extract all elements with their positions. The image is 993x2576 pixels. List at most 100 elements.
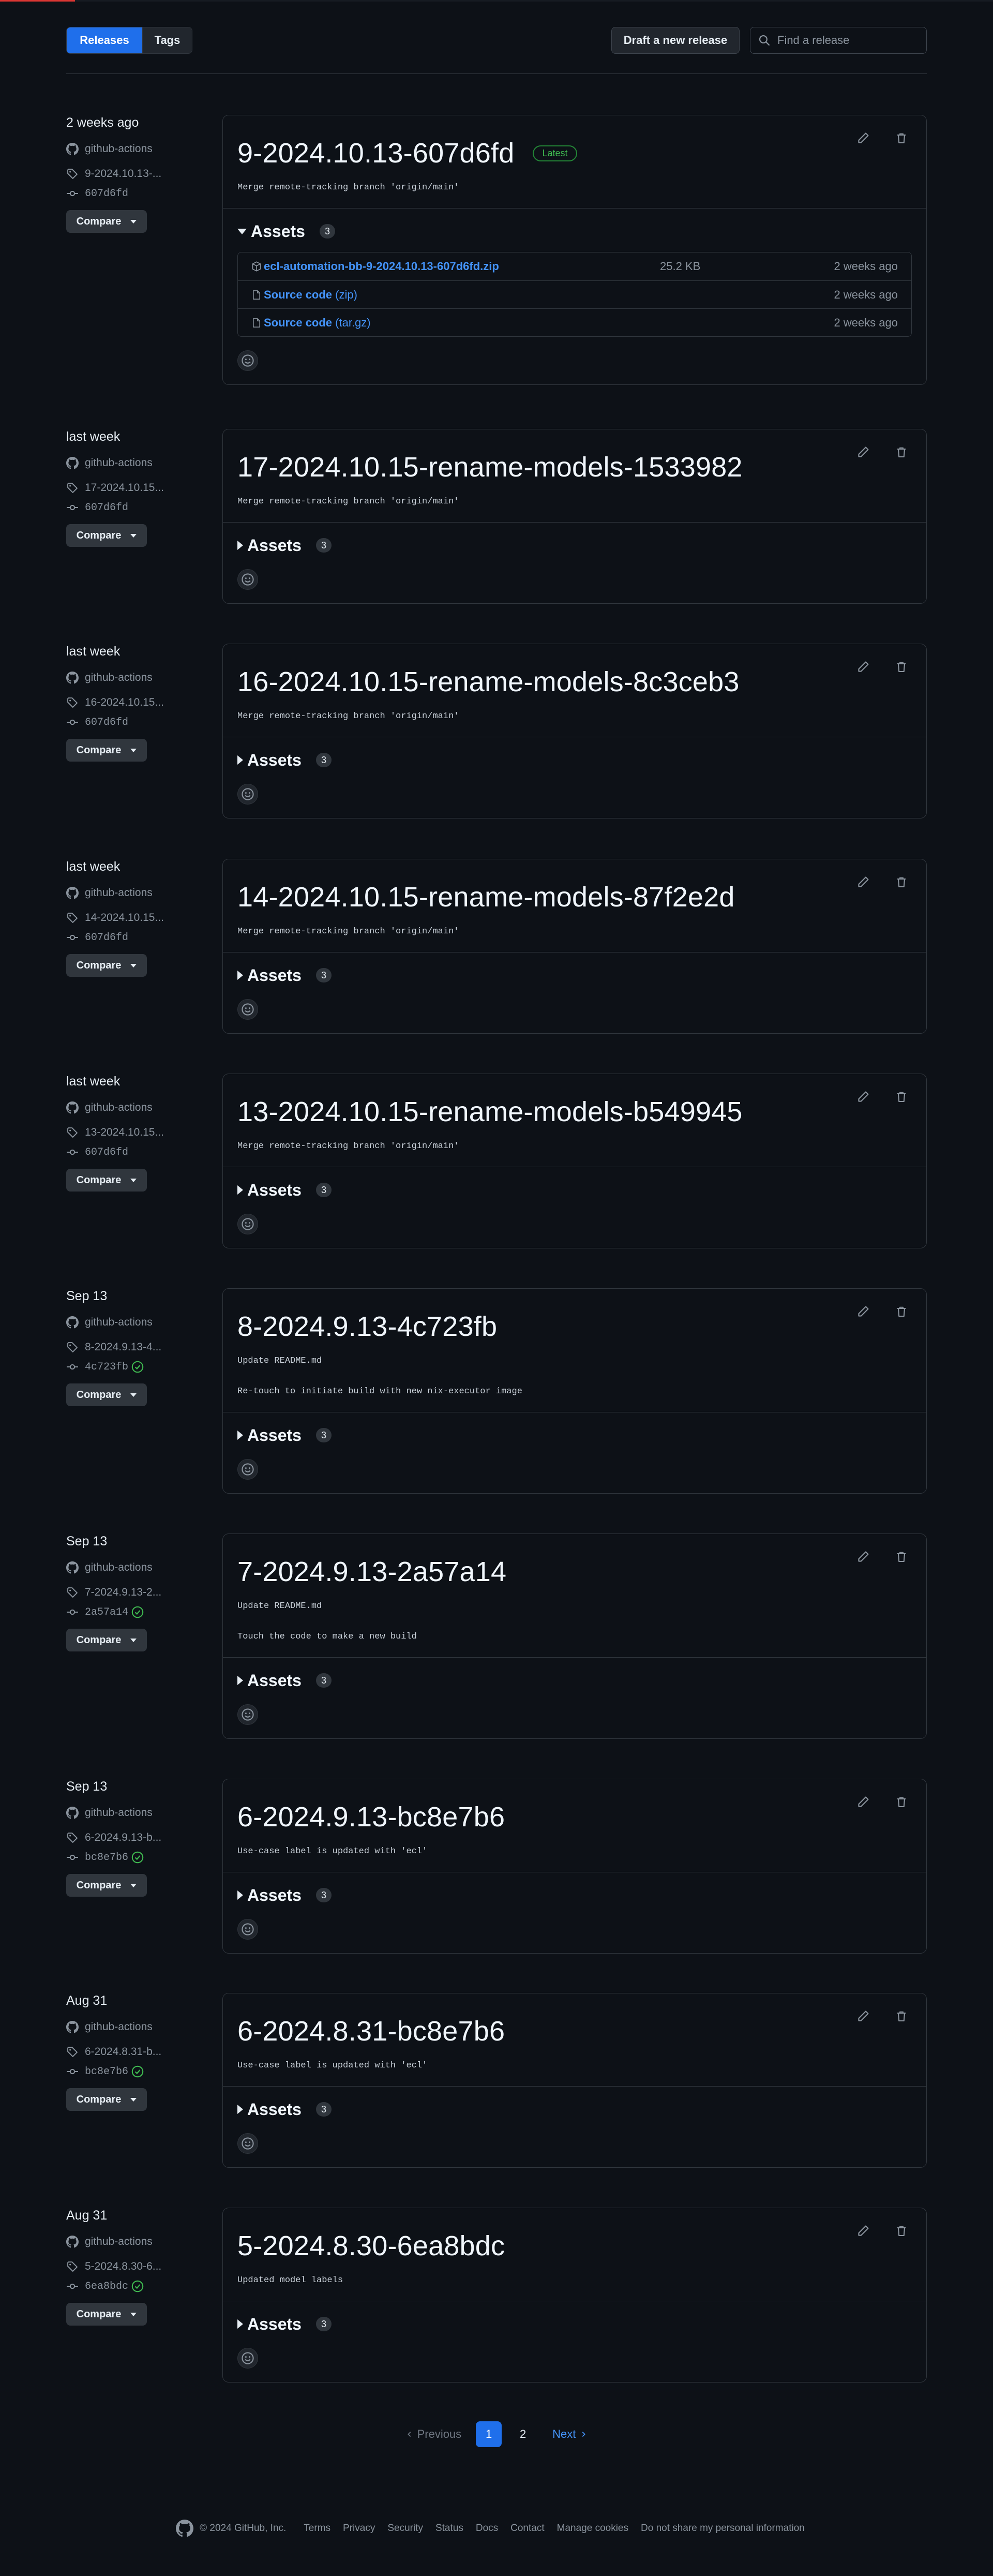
release-tag[interactable]: 6-2024.8.31-b... — [66, 2045, 221, 2059]
add-reaction-smiley-icon[interactable] — [237, 350, 258, 371]
release-tag[interactable]: 9-2024.10.13-... — [66, 167, 221, 181]
compare-button[interactable]: Compare — [66, 739, 147, 762]
draft-new-release-button[interactable]: Draft a new release — [611, 27, 740, 54]
delete-trash-icon[interactable] — [894, 2009, 909, 2023]
edit-pencil-icon[interactable] — [856, 1795, 870, 1809]
release-title[interactable]: 6-2024.9.13-bc8e7b6 — [237, 1801, 505, 1833]
release-tag[interactable]: 6-2024.9.13-b... — [66, 1830, 221, 1845]
edit-pencil-icon[interactable] — [856, 2009, 870, 2023]
pagination-page-1[interactable]: 1 — [476, 2421, 502, 2447]
delete-trash-icon[interactable] — [894, 875, 909, 889]
pagination-next[interactable]: Next — [552, 2428, 587, 2441]
edit-pencil-icon[interactable] — [856, 1304, 870, 1319]
compare-button[interactable]: Compare — [66, 1169, 147, 1192]
github-logo-icon[interactable] — [176, 2520, 194, 2537]
footer-link[interactable]: Privacy — [343, 2523, 375, 2534]
release-title[interactable]: 8-2024.9.13-4c723fb — [237, 1311, 497, 1343]
compare-button[interactable]: Compare — [66, 1874, 147, 1897]
release-commit[interactable]: 6ea8bdc — [66, 2279, 221, 2294]
release-commit[interactable]: 607d6fd — [66, 186, 221, 201]
edit-pencil-icon[interactable] — [856, 2224, 870, 2238]
delete-trash-icon[interactable] — [894, 1550, 909, 1564]
add-reaction-smiley-icon[interactable] — [237, 1459, 258, 1480]
footer-link[interactable]: Manage cookies — [557, 2523, 628, 2534]
release-author[interactable]: github-actions — [66, 671, 221, 685]
compare-button[interactable]: Compare — [66, 2303, 147, 2326]
edit-pencil-icon[interactable] — [856, 875, 870, 889]
release-tag[interactable]: 7-2024.9.13-2... — [66, 1585, 221, 1600]
release-title[interactable]: 7-2024.9.13-2a57a14 — [237, 1556, 506, 1588]
delete-trash-icon[interactable] — [894, 131, 909, 145]
assets-toggle[interactable]: Assets 3 — [237, 1425, 912, 1446]
release-tag[interactable]: 13-2024.10.15... — [66, 1125, 221, 1140]
add-reaction-smiley-icon[interactable] — [237, 784, 258, 805]
compare-button[interactable]: Compare — [66, 2088, 147, 2111]
delete-trash-icon[interactable] — [894, 445, 909, 459]
release-title[interactable]: 14-2024.10.15-rename-models-87f2e2d — [237, 881, 735, 913]
compare-button[interactable]: Compare — [66, 210, 147, 233]
compare-button[interactable]: Compare — [66, 954, 147, 977]
delete-trash-icon[interactable] — [894, 1304, 909, 1319]
add-reaction-smiley-icon[interactable] — [237, 2348, 258, 2369]
release-tag[interactable]: 14-2024.10.15... — [66, 911, 221, 925]
release-commit[interactable]: 607d6fd — [66, 1145, 221, 1159]
compare-button[interactable]: Compare — [66, 524, 147, 547]
assets-toggle[interactable]: Assets 3 — [237, 750, 912, 770]
release-author[interactable]: github-actions — [66, 2020, 221, 2034]
release-commit[interactable]: 2a57a14 — [66, 1605, 221, 1619]
release-author[interactable]: github-actions — [66, 886, 221, 900]
add-reaction-smiley-icon[interactable] — [237, 999, 258, 1020]
assets-toggle[interactable]: Assets 3 — [237, 2314, 912, 2334]
footer-link[interactable]: Do not share my personal information — [641, 2523, 805, 2534]
find-release-input[interactable] — [777, 34, 922, 47]
release-title[interactable]: 6-2024.8.31-bc8e7b6 — [237, 2015, 505, 2047]
assets-toggle[interactable]: Assets 3 — [237, 535, 912, 556]
assets-toggle[interactable]: Assets 3 — [237, 221, 912, 242]
footer-link[interactable]: Security — [387, 2523, 423, 2534]
release-commit[interactable]: bc8e7b6 — [66, 1850, 221, 1865]
release-title[interactable]: 9-2024.10.13-607d6fd — [237, 137, 514, 169]
edit-pencil-icon[interactable] — [856, 1550, 870, 1564]
assets-toggle[interactable]: Assets 3 — [237, 1670, 912, 1691]
pagination-page-2[interactable]: 2 — [510, 2421, 536, 2447]
release-tag[interactable]: 8-2024.9.13-4... — [66, 1340, 221, 1354]
release-title[interactable]: 17-2024.10.15-rename-models-1533982 — [237, 451, 743, 483]
release-title[interactable]: 5-2024.8.30-6ea8bdc — [237, 2230, 505, 2262]
delete-trash-icon[interactable] — [894, 1795, 909, 1809]
edit-pencil-icon[interactable] — [856, 445, 870, 459]
edit-pencil-icon[interactable] — [856, 1090, 870, 1104]
compare-button[interactable]: Compare — [66, 1629, 147, 1651]
release-tag[interactable]: 5-2024.8.30-6... — [66, 2259, 221, 2274]
release-author[interactable]: github-actions — [66, 1806, 221, 1820]
edit-pencil-icon[interactable] — [856, 660, 870, 674]
release-title[interactable]: 13-2024.10.15-rename-models-b549945 — [237, 1096, 743, 1128]
footer-link[interactable]: Docs — [476, 2523, 498, 2534]
release-title[interactable]: 16-2024.10.15-rename-models-8c3ceb3 — [237, 666, 740, 698]
assets-toggle[interactable]: Assets 3 — [237, 965, 912, 986]
release-author[interactable]: github-actions — [66, 2235, 221, 2249]
release-author[interactable]: github-actions — [66, 456, 221, 470]
asset-download-link[interactable]: ecl-automation-bb-9-2024.10.13-607d6fd.z… — [264, 260, 499, 273]
release-commit[interactable]: 607d6fd — [66, 930, 221, 945]
release-commit[interactable]: 607d6fd — [66, 715, 221, 729]
add-reaction-smiley-icon[interactable] — [237, 1214, 258, 1234]
release-author[interactable]: github-actions — [66, 1560, 221, 1575]
edit-pencil-icon[interactable] — [856, 131, 870, 145]
release-author[interactable]: github-actions — [66, 142, 221, 156]
assets-toggle[interactable]: Assets 3 — [237, 2099, 912, 2120]
release-commit[interactable]: 607d6fd — [66, 500, 221, 515]
asset-download-link[interactable]: Source code (tar.gz) — [264, 316, 371, 330]
delete-trash-icon[interactable] — [894, 1090, 909, 1104]
add-reaction-smiley-icon[interactable] — [237, 1919, 258, 1940]
footer-link[interactable]: Status — [435, 2523, 463, 2534]
release-tag[interactable]: 16-2024.10.15... — [66, 695, 221, 710]
release-commit[interactable]: bc8e7b6 — [66, 2064, 221, 2079]
assets-toggle[interactable]: Assets 3 — [237, 1180, 912, 1200]
tab-releases[interactable]: Releases — [67, 27, 142, 53]
release-commit[interactable]: 4c723fb — [66, 1360, 221, 1374]
add-reaction-smiley-icon[interactable] — [237, 1704, 258, 1725]
add-reaction-smiley-icon[interactable] — [237, 569, 258, 590]
compare-button[interactable]: Compare — [66, 1383, 147, 1406]
release-tag[interactable]: 17-2024.10.15... — [66, 481, 221, 495]
tab-tags[interactable]: Tags — [142, 27, 192, 53]
